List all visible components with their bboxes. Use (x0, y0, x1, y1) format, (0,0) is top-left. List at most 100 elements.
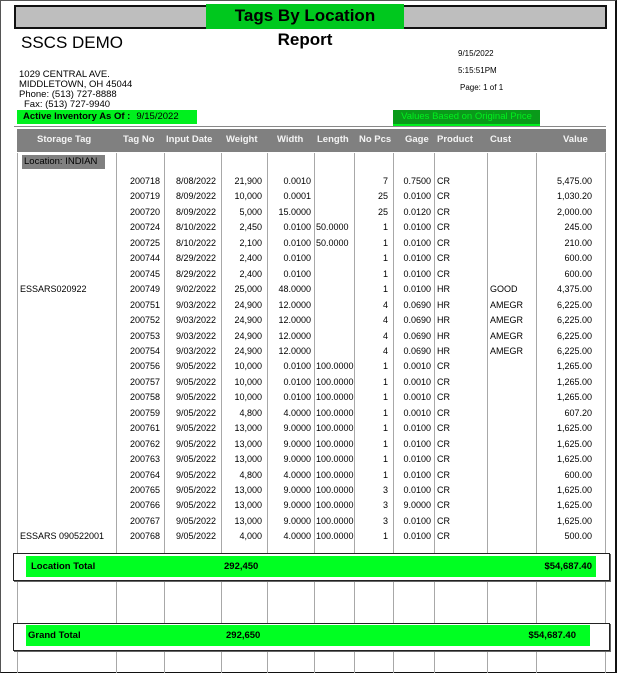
cell-gage: 0.0100 (403, 485, 431, 495)
cell-cust (490, 236, 534, 251)
cell-input-date: 9/05/2022 (175, 485, 216, 495)
cell-gage: 0.0100 (403, 515, 431, 526)
cell-gage: 0.0100 (403, 454, 431, 465)
cell-weight: 2,400 (239, 253, 262, 264)
table-row: 200725 8/10/2022 2,100 0.0100 50.0000 1 0.0100… (0, 236, 620, 251)
cell-input-date: 9/03/2022 (175, 299, 216, 310)
cell-weight: 24,900 (234, 299, 262, 310)
values-note: Values Based on Original Price (393, 110, 540, 126)
grand-total-box: Grand Total 292,650 $54,687.40 (13, 623, 610, 651)
cell-no-pcs: 1 (382, 454, 388, 465)
table-row: 200767 9/05/2022 13,000 9.0000 100.0000 3 0.01… (0, 514, 620, 529)
cell-input-date: 9/05/2022 (175, 392, 216, 403)
table-row: 200763 9/05/2022 13,000 9.0000 100.0000 1 0.01… (0, 452, 620, 467)
cell-width: 4.0000 (283, 407, 311, 418)
cell-weight: 13,000 (234, 454, 262, 465)
cell-value: 1,265.00 (556, 361, 592, 372)
divider (14, 126, 606, 127)
cell-value: 2,000.00 (556, 206, 592, 217)
cell-product: CR (437, 376, 450, 387)
cell-tag-no: 200753 (129, 330, 160, 341)
cell-no-pcs: 1 (382, 423, 388, 434)
cell-weight: 21,900 (234, 176, 262, 186)
cell-no-pcs: 1 (382, 531, 388, 542)
cell-storage-tag (20, 437, 114, 452)
cell-storage-tag (20, 390, 114, 405)
cell-weight: 4,000 (239, 531, 262, 542)
cell-tag-no: 200752 (129, 315, 160, 326)
cell-width: 0.0100 (283, 376, 311, 387)
cell-storage-tag (20, 329, 114, 344)
col-header-width: Width (277, 134, 304, 145)
cell-gage: 0.0010 (403, 361, 431, 372)
col-header-value: Value (563, 134, 588, 145)
cell-product: CR (437, 500, 450, 511)
cell-gage: 0.0100 (403, 222, 431, 233)
cell-tag-no: 200765 (129, 485, 160, 495)
print-time: 5:15:51PM (458, 66, 497, 75)
grand-total-value: $54,687.40 (528, 630, 576, 641)
company-name: SSCS DEMO (21, 33, 124, 52)
cell-storage-tag (20, 452, 114, 467)
cell-value: 1,030.20 (556, 191, 592, 202)
table-row: 200758 9/05/2022 10,000 0.0100 100.0000 1 0.00… (0, 390, 620, 405)
cell-gage: 0.0120 (403, 206, 431, 217)
grand-total-bar: Grand Total 292,650 $54,687.40 (26, 625, 590, 646)
cell-product: HR (437, 345, 450, 356)
cell-product: HR (437, 284, 450, 295)
cell-storage-tag (20, 421, 114, 436)
company-address: 1029 CENTRAL AVE. MIDDLETOWN, OH 45044 P… (19, 70, 132, 110)
cell-value: 210.00 (564, 237, 592, 248)
cell-input-date: 9/05/2022 (175, 500, 216, 511)
cell-cust (490, 205, 534, 220)
table-row: 200745 8/29/2022 2,400 0.0100 1 0.0100 CR 600.0… (0, 267, 620, 282)
cell-weight: 24,900 (234, 315, 262, 326)
cell-value: 600.00 (564, 268, 592, 279)
location-label: Location: INDIAN (22, 155, 105, 169)
cell-width: 12.0000 (278, 315, 311, 326)
cell-product: CR (437, 515, 450, 526)
cell-input-date: 9/05/2022 (175, 438, 216, 449)
cell-width: 0.0100 (283, 268, 311, 279)
cell-cust (490, 452, 534, 467)
table-row: 200762 9/05/2022 13,000 9.0000 100.0000 1 0.01… (0, 437, 620, 452)
cell-no-pcs: 1 (382, 376, 388, 387)
cell-product: CR (437, 222, 450, 233)
cell-storage-tag (20, 236, 114, 251)
cell-gage: 0.0690 (403, 345, 431, 356)
cell-gage: 0.0100 (403, 268, 431, 279)
cell-input-date: 9/02/2022 (175, 284, 216, 295)
cell-width: 15.0000 (278, 206, 311, 217)
cell-cust (490, 483, 534, 498)
cell-weight: 24,900 (234, 330, 262, 341)
cell-cust (490, 514, 534, 529)
cell-cust: AMEGR (490, 315, 524, 326)
cell-cust (490, 375, 534, 390)
location-total-box: Location Total 292,450 $54,687.40 (13, 553, 610, 581)
cell-no-pcs: 1 (382, 469, 388, 480)
cell-weight: 13,000 (234, 438, 262, 449)
cell-width: 0.0010 (283, 176, 311, 186)
cell-no-pcs: 3 (382, 500, 388, 511)
cell-weight: 10,000 (234, 392, 262, 403)
cell-product: CR (437, 176, 450, 186)
cell-storage-tag: ESSARS020922 (20, 284, 87, 295)
cell-input-date: 8/29/2022 (175, 268, 216, 279)
cell-gage: 0.0010 (403, 376, 431, 387)
cell-no-pcs: 3 (382, 515, 388, 526)
cell-cust (490, 174, 534, 189)
cell-no-pcs: 25 (377, 206, 388, 217)
cell-width: 0.0100 (283, 253, 311, 264)
cell-weight: 2,400 (239, 268, 262, 279)
cell-gage: 0.0100 (403, 253, 431, 264)
active-inventory-banner: Active Inventory As Of : 9/15/2022 (17, 110, 197, 124)
cell-input-date: 9/03/2022 (175, 330, 216, 341)
cell-width: 0.0001 (283, 191, 311, 202)
cell-no-pcs: 1 (382, 237, 388, 248)
cell-value: 1,625.00 (556, 500, 592, 511)
cell-no-pcs: 1 (382, 438, 388, 449)
cell-width: 9.0000 (283, 423, 311, 434)
cell-storage-tag (20, 344, 114, 359)
cell-input-date: 9/05/2022 (175, 469, 216, 480)
cell-tag-no: 200764 (129, 469, 160, 480)
